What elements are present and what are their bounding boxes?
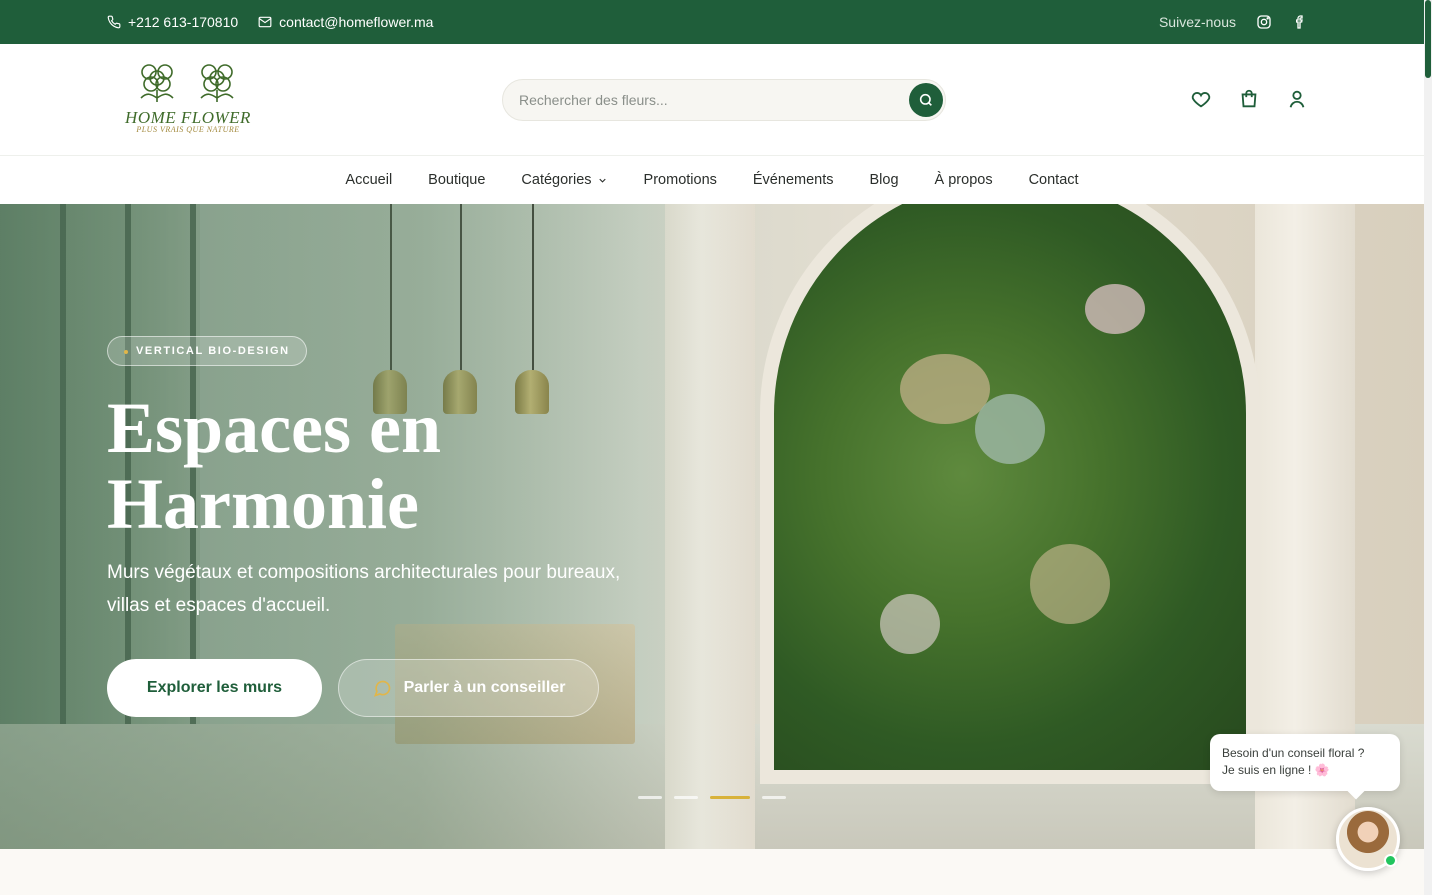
plant-wall-decor — [975, 394, 1045, 464]
hero-subtitle: Murs végétaux et compositions architectu… — [107, 562, 621, 616]
button-label: Parler à un conseiller — [403, 679, 566, 696]
nav-item-accueil[interactable]: Accueil — [345, 172, 392, 188]
user-icon[interactable] — [1286, 88, 1308, 110]
online-status-dot — [1384, 854, 1397, 867]
slider-dot[interactable] — [762, 796, 786, 799]
follow-label: Suivez-nous — [1158, 14, 1236, 30]
nav-label: Blog — [869, 172, 899, 188]
cart-icon[interactable] — [1238, 88, 1260, 110]
next-section — [0, 849, 1424, 895]
search-icon — [919, 93, 932, 106]
header-actions — [1190, 88, 1308, 110]
nav-item-contact[interactable]: Contact — [1029, 172, 1079, 188]
email-link[interactable]: contact@homeflower.ma — [258, 14, 433, 30]
email-address: contact@homeflower.ma — [279, 14, 434, 30]
search-bar — [502, 79, 946, 121]
chat-prompt-line2: Je suis en ligne ! 🌸 — [1222, 763, 1330, 777]
chat-advisor-avatar[interactable] — [1336, 807, 1400, 871]
phone-link[interactable]: +212 613-170810 — [107, 14, 238, 30]
search-button[interactable] — [909, 83, 943, 117]
nav-item-categories[interactable]: Catégories — [521, 172, 607, 188]
slider-dot-active[interactable] — [710, 796, 750, 799]
plant-wall-decor — [1030, 544, 1110, 624]
phone-number: +212 613-170810 — [128, 14, 239, 30]
facebook-icon[interactable] — [1292, 14, 1308, 30]
plant-wall-image — [760, 204, 1260, 784]
slider-dot[interactable] — [674, 796, 698, 799]
chevron-down-icon — [598, 178, 606, 183]
slider-dots — [638, 796, 786, 799]
plant-wall-decor — [880, 594, 940, 654]
nav-label: Événements — [752, 172, 834, 188]
flower-logo-icon — [140, 64, 234, 102]
top-bar: +212 613-170810 contact@homeflower.ma Su… — [0, 0, 1424, 44]
explore-walls-button[interactable]: Explorer les murs — [107, 659, 322, 717]
plant-wall-decor — [900, 354, 990, 424]
chat-bubble-icon — [373, 680, 390, 697]
nav-label: Contact — [1028, 172, 1079, 188]
page-scrollbar[interactable] — [1424, 0, 1432, 895]
heart-icon[interactable] — [1190, 88, 1212, 110]
nav-label: Catégories — [521, 172, 592, 188]
phone-icon — [107, 15, 121, 29]
scrollbar-thumb[interactable] — [1425, 0, 1431, 78]
chat-prompt-line1: Besoin d'un conseil floral ? — [1222, 746, 1365, 760]
search-input[interactable] — [519, 80, 899, 120]
nav-item-boutique[interactable]: Boutique — [428, 172, 485, 188]
nav-label: Boutique — [428, 172, 486, 188]
hero-title: Espaces en Harmonie — [107, 388, 442, 544]
nav-label: Accueil — [345, 172, 393, 188]
slider-dot[interactable] — [638, 796, 662, 799]
instagram-icon[interactable] — [1256, 14, 1272, 30]
logo-tagline: PLUS VRAIS QUE NATURE — [136, 125, 240, 134]
hero-badge: VERTICAL BIO-DESIGN — [107, 336, 307, 366]
nav-label: À propos — [934, 172, 993, 188]
nav-item-evenements[interactable]: Événements — [753, 172, 834, 188]
nav-label: Promotions — [643, 172, 717, 188]
nav-item-blog[interactable]: Blog — [870, 172, 899, 188]
talk-advisor-button[interactable]: Parler à un conseiller — [338, 659, 599, 717]
nav-item-a-propos[interactable]: À propos — [935, 172, 993, 188]
chat-prompt-bubble[interactable]: Besoin d'un conseil floral ? Je suis en … — [1210, 734, 1400, 791]
nav-item-promotions[interactable]: Promotions — [644, 172, 717, 188]
button-label: Explorer les murs — [146, 679, 283, 696]
plant-wall-decor — [1085, 284, 1145, 334]
logo[interactable]: HOME FLOWER PLUS VRAIS QUE NATURE — [113, 58, 263, 138]
main-nav: Accueil Boutique Catégories Promotions É… — [0, 156, 1424, 204]
mail-icon — [258, 16, 272, 28]
site-header: HOME FLOWER PLUS VRAIS QUE NATURE — [0, 44, 1424, 156]
